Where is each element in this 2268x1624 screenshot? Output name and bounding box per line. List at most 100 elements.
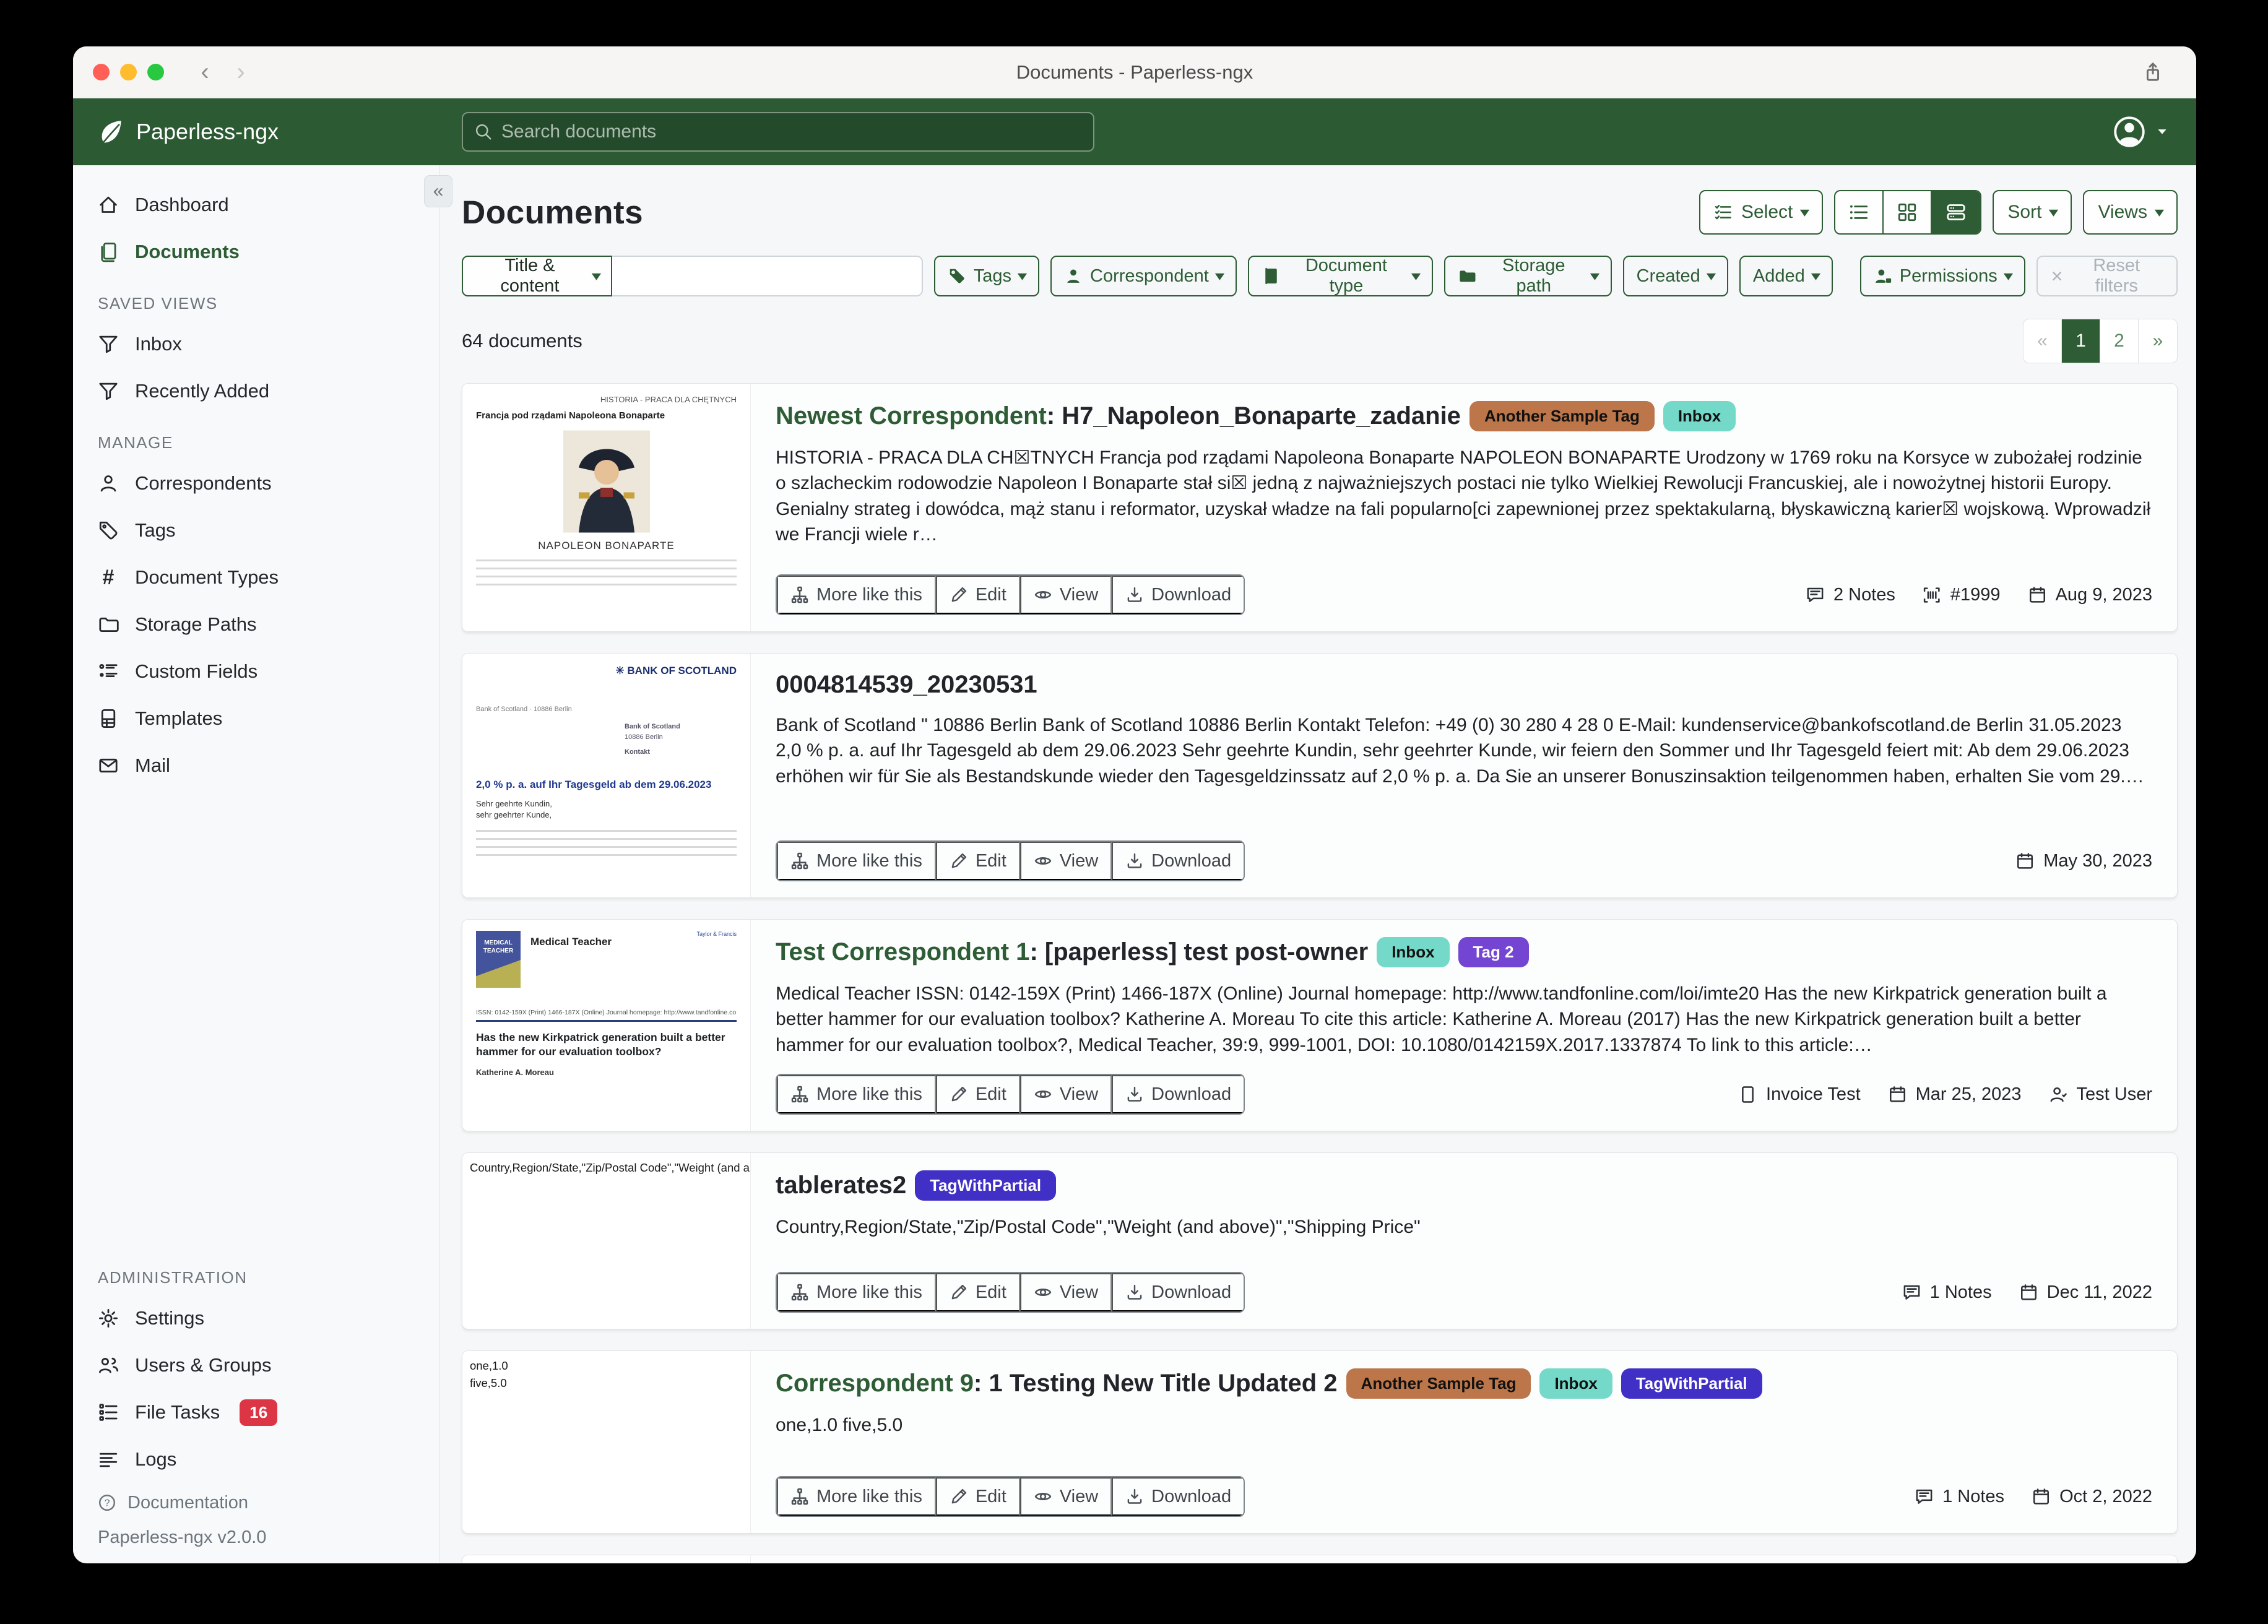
detail-view-icon	[1946, 202, 1967, 223]
sidebar-label: Dashboard	[135, 194, 229, 216]
notes-indicator[interactable]: 1 Notes	[1902, 1282, 1992, 1303]
title-content-input[interactable]	[612, 256, 923, 296]
views-button[interactable]: Views▾	[2083, 190, 2178, 235]
pagination-next[interactable]: »	[2139, 319, 2177, 363]
document-thumbnail[interactable]: one,1.0 five,5.0	[462, 1351, 751, 1533]
document-thumbnail[interactable]: Serial Number,Company Name,Employee Mark…	[462, 1555, 751, 1563]
sidebar: « Dashboard Documents SAVED VIEWS Inbox …	[73, 165, 439, 1563]
search-bar[interactable]	[462, 112, 1094, 152]
calendar-icon	[2019, 1283, 2038, 1302]
tag-pill[interactable]: Another Sample Tag	[1469, 401, 1655, 431]
select-button[interactable]: Select▾	[1699, 190, 1823, 235]
document-type-filter-button[interactable]: Document type▾	[1248, 256, 1433, 296]
sidebar-item-documents[interactable]: Documents	[73, 228, 439, 275]
more-like-this-button[interactable]: More like this	[777, 1075, 936, 1113]
brand[interactable]: Paperless-ngx	[97, 118, 279, 146]
sidebar-item-inbox[interactable]: Inbox	[73, 321, 439, 368]
download-button[interactable]: Download	[1112, 1075, 1244, 1113]
sidebar-collapse-button[interactable]: «	[424, 175, 452, 207]
sidebar-item-mail[interactable]: Mail	[73, 742, 439, 789]
document-thumbnail[interactable]: ✳ BANK OF SCOTLAND Bank of Scotland · 10…	[462, 654, 751, 897]
edit-button[interactable]: Edit	[936, 1075, 1020, 1113]
view-grid-button[interactable]	[1884, 191, 1932, 233]
sidebar-item-custom-fields[interactable]: Custom Fields	[73, 648, 439, 695]
document-correspondent-link[interactable]: Test Correspondent 1	[776, 938, 1029, 965]
edit-button[interactable]: Edit	[936, 1477, 1020, 1516]
sidebar-item-documentation[interactable]: ? Documentation	[73, 1483, 439, 1522]
document-snippet: Country,Region/State,"Zip/Postal Code","…	[776, 1214, 2152, 1240]
document-thumbnail[interactable]: Country,Region/State,"Zip/Postal Code","…	[462, 1153, 751, 1329]
thumb-text: Has the new Kirkpatrick generation built…	[476, 1030, 737, 1059]
download-button[interactable]: Download	[1112, 842, 1244, 880]
pagination-prev[interactable]: «	[2023, 319, 2062, 363]
download-button[interactable]: Download	[1112, 576, 1244, 614]
sidebar-item-tags[interactable]: Tags	[73, 507, 439, 554]
tag-pill[interactable]: Another Sample Tag	[1346, 1368, 1531, 1399]
sidebar-item-dashboard[interactable]: Dashboard	[73, 181, 439, 228]
tag-pill[interactable]: Inbox	[1539, 1368, 1612, 1399]
more-like-this-button[interactable]: More like this	[777, 1477, 936, 1516]
brand-name: Paperless-ngx	[136, 119, 279, 145]
reset-filters-button[interactable]: × Reset filters	[2036, 256, 2178, 296]
title-content-dropdown[interactable]: Title & content▾	[462, 256, 612, 296]
created-filter-button[interactable]: Created▾	[1623, 256, 1728, 296]
reset-filters-label: Reset filters	[2070, 256, 2163, 296]
document-correspondent-link[interactable]: Newest Correspondent	[776, 402, 1047, 430]
card-actions: More like this Edit View	[776, 1074, 1245, 1115]
notes-indicator[interactable]: 1 Notes	[1915, 1487, 2004, 1507]
sidebar-item-recently-added[interactable]: Recently Added	[73, 368, 439, 415]
view-list-button[interactable]	[1835, 191, 1884, 233]
sidebar-item-correspondents[interactable]: Correspondents	[73, 460, 439, 507]
hash-icon: #	[98, 567, 119, 588]
sidebar-item-file-tasks[interactable]: File Tasks 16	[73, 1389, 439, 1436]
view-button[interactable]: View	[1020, 1075, 1112, 1113]
sidebar-item-logs[interactable]: Logs	[73, 1436, 439, 1483]
document-thumbnail[interactable]: MEDICAL TEACHER Medical Teacher Taylor &…	[462, 920, 751, 1131]
notes-indicator[interactable]: 2 Notes	[1806, 585, 1895, 605]
edit-button[interactable]: Edit	[936, 1273, 1020, 1311]
view-detail-button[interactable]	[1932, 191, 1980, 233]
document-title: tablerates2	[776, 1172, 906, 1199]
date-indicator: Dec 11, 2022	[2019, 1282, 2152, 1303]
document-correspondent-link[interactable]: Correspondent 9	[776, 1370, 974, 1397]
pagination-page-2[interactable]: 2	[2100, 319, 2139, 363]
edit-button[interactable]: Edit	[936, 576, 1020, 614]
chevron-down-icon	[2155, 125, 2169, 139]
view-button[interactable]: View	[1020, 576, 1112, 614]
tag-pill[interactable]: Inbox	[1663, 401, 1736, 431]
document-type-indicator: Invoice Test	[1738, 1084, 1861, 1105]
document-thumbnail[interactable]: HISTORIA - PRACA DLA CHĘTNYCH Francja po…	[462, 384, 751, 631]
search-input[interactable]	[501, 121, 1082, 142]
document-title: 1 Testing New Title Updated 2	[989, 1370, 1337, 1397]
download-button[interactable]: Download	[1112, 1273, 1244, 1311]
tags-filter-button[interactable]: Tags▾	[934, 256, 1039, 296]
view-button[interactable]: View	[1020, 1273, 1112, 1311]
share-icon[interactable]	[2142, 61, 2164, 84]
download-button[interactable]: Download	[1112, 1477, 1244, 1516]
tag-pill[interactable]: TagWithPartial	[915, 1170, 1056, 1201]
sidebar-item-document-types[interactable]: # Document Types	[73, 554, 439, 601]
pagination-page-1[interactable]: 1	[2062, 319, 2100, 363]
added-filter-button[interactable]: Added▾	[1739, 256, 1833, 296]
user-menu[interactable]	[2112, 114, 2169, 149]
sort-button[interactable]: Sort▾	[1993, 190, 2072, 235]
tag-pill[interactable]: TagWithPartial	[1621, 1368, 1762, 1399]
more-like-this-button[interactable]: More like this	[777, 842, 936, 880]
sidebar-item-settings[interactable]: Settings	[73, 1295, 439, 1342]
sidebar-item-storage-paths[interactable]: Storage Paths	[73, 601, 439, 648]
storage-path-filter-button[interactable]: Storage path▾	[1444, 256, 1612, 296]
more-like-this-button[interactable]: More like this	[777, 576, 936, 614]
leaf-logo-icon	[97, 118, 125, 146]
permissions-filter-button[interactable]: Permissions▾	[1860, 256, 2025, 296]
tag-pill[interactable]: Inbox	[1377, 937, 1449, 967]
correspondent-filter-button[interactable]: Correspondent▾	[1050, 256, 1237, 296]
tag-pill[interactable]: Tag 2	[1458, 937, 1529, 967]
edit-button[interactable]: Edit	[936, 842, 1020, 880]
view-button[interactable]: View	[1020, 1477, 1112, 1516]
view-button[interactable]: View	[1020, 842, 1112, 880]
barcode-icon	[1923, 585, 1942, 605]
more-like-this-button[interactable]: More like this	[777, 1273, 936, 1311]
sidebar-item-templates[interactable]: Templates	[73, 695, 439, 742]
sidebar-item-users-groups[interactable]: Users & Groups	[73, 1342, 439, 1389]
sidebar-label: Custom Fields	[135, 660, 258, 683]
